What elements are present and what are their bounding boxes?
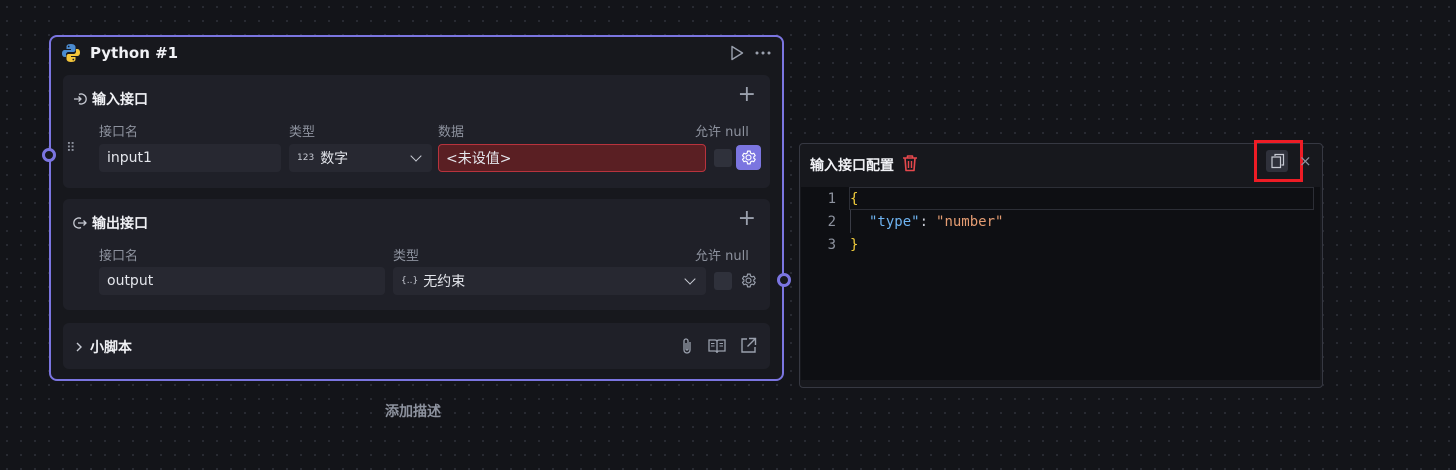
line-number: 2 [827,213,836,230]
code-close-brace: } [850,236,859,253]
chevron-right-icon [76,342,82,352]
script-section-title: 小脚本 [90,340,132,356]
trash-icon[interactable] [902,154,918,176]
add-output-plus-icon[interactable]: + [738,208,756,230]
more-icon[interactable] [754,50,772,56]
any-type-icon: {..} [401,276,419,286]
input-section-title: 输入接口 [92,92,148,108]
script-section[interactable]: 小脚本 [63,323,770,369]
code-line-1: 1 { [801,187,859,210]
allow-null-checkbox[interactable] [714,149,732,167]
input-data-field[interactable]: <未设值> [438,144,706,172]
output-connection-port[interactable] [777,273,791,287]
col-label-type: 类型 [393,249,420,264]
add-input-plus-icon[interactable]: + [738,84,756,106]
allow-null-checkbox[interactable] [714,272,732,290]
code-line-3: 3 } [801,233,859,256]
code-editor[interactable]: 1 { 2 "type" : "number" 3 } [801,187,1320,380]
panel-header: 输入接口配置 [810,154,918,176]
input-config-panel: 输入接口配置 × 1 { 2 "type" : "number" 3 } [799,140,1323,388]
code-key: "type" [869,213,920,230]
col-label-type: 类型 [289,125,316,140]
col-label-allow-null: 允许 null [695,125,749,140]
col-label-allow-null: 允许 null [695,249,749,264]
line-number: 1 [827,190,836,207]
col-label-data: 数据 [438,125,465,140]
input-connection-port[interactable] [42,148,56,162]
number-type-icon: 123 [297,153,315,163]
chevron-down-icon [410,149,422,162]
code-colon: : [919,213,929,230]
attachment-icon[interactable] [680,337,694,359]
input-interface-section: 输入接口 + 接口名 类型 数据 允许 null ⠿ input1 123 数字… [63,75,770,188]
book-icon[interactable] [708,338,726,358]
input-name-field[interactable]: input1 [99,144,281,172]
input-data-value: <未设值> [446,151,512,167]
highlight-box [1254,140,1303,182]
output-type-value: 无约束 [423,274,466,290]
output-type-select[interactable]: {..} 无约束 [393,267,706,295]
play-icon[interactable] [730,45,744,61]
output-name-value: output [107,273,154,289]
output-name-field[interactable]: output [99,267,385,295]
col-label-name: 接口名 [99,125,139,140]
output-port-icon [73,217,87,229]
python-node[interactable]: Python #1 输入接口 + 接口名 类型 数据 允许 null ⠿ inp… [49,35,784,381]
code-open-brace: { [850,190,859,207]
python-logo-icon [62,44,80,62]
script-section-header[interactable]: 小脚本 [73,337,132,357]
close-icon[interactable]: × [1299,152,1312,170]
add-description-link[interactable]: 添加描述 [385,401,441,421]
gear-icon[interactable] [736,268,761,293]
input-port-icon [74,93,87,105]
output-interface-section: 输出接口 + 接口名 类型 允许 null output {..} 无约束 [63,199,770,310]
node-title: Python #1 [90,44,179,62]
line-number: 3 [827,236,836,253]
external-link-icon[interactable] [740,337,757,358]
input-type-select[interactable]: 123 数字 [289,144,432,172]
code-line-2: 2 "type" : "number" [801,210,1004,233]
input-section-header: 输入接口 [73,89,148,109]
col-label-name: 接口名 [99,249,139,264]
output-section-title: 输出接口 [92,216,148,232]
chevron-down-icon [684,272,696,285]
panel-title: 输入接口配置 [810,158,894,174]
output-section-header: 输出接口 [73,213,148,233]
input-type-value: 数字 [320,151,349,167]
input-name-value: input1 [107,150,152,166]
code-value: "number" [936,213,1004,230]
current-line-highlight [849,187,1314,210]
drag-handle-icon[interactable]: ⠿ [66,141,75,156]
gear-icon[interactable] [736,145,761,170]
node-header: Python #1 [51,37,782,69]
